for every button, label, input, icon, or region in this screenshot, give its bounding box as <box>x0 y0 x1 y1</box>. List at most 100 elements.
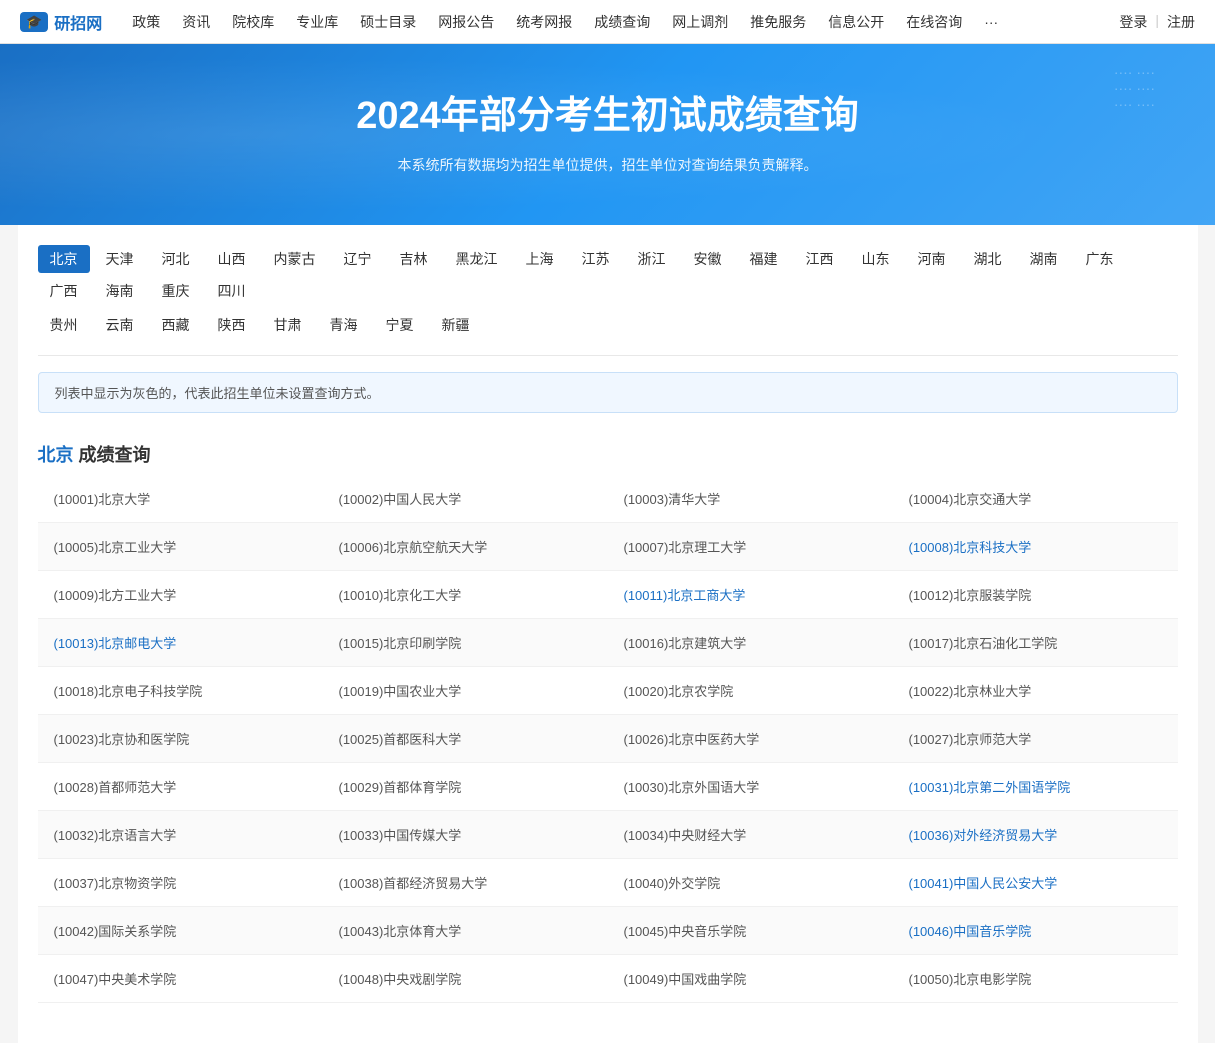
nav-auth: 登录 | 注册 <box>1119 12 1195 32</box>
table-row: (10042)国际关系学院(10043)北京体育大学(10045)中央音乐学院(… <box>38 907 1178 955</box>
school-cell: (10049)中国戏曲学院 <box>608 955 893 1002</box>
nav-link[interactable]: 网上调剂 <box>662 0 738 44</box>
province-tab-天津[interactable]: 天津 <box>94 245 146 273</box>
province-row-2: 贵州云南西藏陕西甘肃青海宁夏新疆 <box>38 311 1178 339</box>
table-row: (10028)首都师范大学(10029)首都体育学院(10030)北京外国语大学… <box>38 763 1178 811</box>
section-label: 成绩查询 <box>74 445 151 465</box>
nav-link[interactable]: 网报公告 <box>428 0 504 44</box>
province-tab-西藏[interactable]: 西藏 <box>150 311 202 339</box>
nav-links: 政策资讯院校库专业库硕士目录网报公告统考网报成绩查询网上调剂推免服务信息公开在线… <box>122 0 1119 44</box>
school-cell[interactable]: (10031)北京第二外国语学院 <box>893 763 1178 810</box>
school-cell: (10022)北京林业大学 <box>893 667 1178 714</box>
province-tab-河南[interactable]: 河南 <box>906 245 958 273</box>
school-cell: (10034)中央财经大学 <box>608 811 893 858</box>
province-tab-湖北[interactable]: 湖北 <box>962 245 1014 273</box>
school-cell[interactable]: (10008)北京科技大学 <box>893 523 1178 570</box>
nav-link[interactable]: 推免服务 <box>740 0 816 44</box>
school-cell: (10025)首都医科大学 <box>323 715 608 762</box>
table-row: (10018)北京电子科技学院(10019)中国农业大学(10020)北京农学院… <box>38 667 1178 715</box>
province-tab-山东[interactable]: 山东 <box>850 245 902 273</box>
nav-auth-注册[interactable]: 注册 <box>1167 12 1195 32</box>
section-region: 北京 <box>38 445 74 465</box>
school-cell: (10001)北京大学 <box>38 475 323 522</box>
school-cell: (10033)中国传媒大学 <box>323 811 608 858</box>
province-tab-宁夏[interactable]: 宁夏 <box>374 311 426 339</box>
school-cell: (10009)北方工业大学 <box>38 571 323 618</box>
school-cell: (10037)北京物资学院 <box>38 859 323 906</box>
province-tab-四川[interactable]: 四川 <box>206 277 258 305</box>
nav-link[interactable]: 成绩查询 <box>584 0 660 44</box>
nav-link[interactable]: ··· <box>974 0 1008 44</box>
province-tabs: 北京天津河北山西内蒙古辽宁吉林黑龙江上海江苏浙江安徽福建江西山东河南湖北湖南广东… <box>38 225 1178 356</box>
school-cell[interactable]: (10046)中国音乐学院 <box>893 907 1178 954</box>
nav-link[interactable]: 在线咨询 <box>896 0 972 44</box>
school-cell: (10005)北京工业大学 <box>38 523 323 570</box>
school-cell: (10050)北京电影学院 <box>893 955 1178 1002</box>
province-tab-安徽[interactable]: 安徽 <box>682 245 734 273</box>
province-tab-辽宁[interactable]: 辽宁 <box>332 245 384 273</box>
hero-title: 2024年部分考生初试成绩查询 <box>20 84 1195 139</box>
logo-icon: 🎓 <box>20 12 48 32</box>
province-tab-内蒙古[interactable]: 内蒙古 <box>262 245 328 273</box>
school-cell[interactable]: (10036)对外经济贸易大学 <box>893 811 1178 858</box>
nav-link[interactable]: 专业库 <box>286 0 348 44</box>
province-tab-云南[interactable]: 云南 <box>94 311 146 339</box>
province-tab-山西[interactable]: 山西 <box>206 245 258 273</box>
school-cell: (10045)中央音乐学院 <box>608 907 893 954</box>
province-tab-福建[interactable]: 福建 <box>738 245 790 273</box>
province-tab-吉林[interactable]: 吉林 <box>388 245 440 273</box>
school-cell: (10019)中国农业大学 <box>323 667 608 714</box>
table-row: (10047)中央美术学院(10048)中央戏剧学院(10049)中国戏曲学院(… <box>38 955 1178 1003</box>
school-cell[interactable]: (10041)中国人民公安大学 <box>893 859 1178 906</box>
province-tab-贵州[interactable]: 贵州 <box>38 311 90 339</box>
province-tab-河北[interactable]: 河北 <box>150 245 202 273</box>
school-cell: (10006)北京航空航天大学 <box>323 523 608 570</box>
nav-link[interactable]: 政策 <box>122 0 170 44</box>
province-tab-湖南[interactable]: 湖南 <box>1018 245 1070 273</box>
section-header: 北京 成绩查询 <box>38 429 1178 475</box>
nav-bar: 🎓 研招网 政策资讯院校库专业库硕士目录网报公告统考网报成绩查询网上调剂推免服务… <box>0 0 1215 44</box>
school-cell: (10043)北京体育大学 <box>323 907 608 954</box>
table-row: (10001)北京大学(10002)中国人民大学(10003)清华大学(1000… <box>38 475 1178 523</box>
province-tab-广西[interactable]: 广西 <box>38 277 90 305</box>
province-tab-新疆[interactable]: 新疆 <box>430 311 482 339</box>
province-tab-黑龙江[interactable]: 黑龙江 <box>444 245 510 273</box>
nav-logo[interactable]: 🎓 研招网 <box>20 10 102 34</box>
province-tab-重庆[interactable]: 重庆 <box>150 277 202 305</box>
province-tab-广东[interactable]: 广东 <box>1074 245 1126 273</box>
school-cell: (10038)首都经济贸易大学 <box>323 859 608 906</box>
table-row: (10032)北京语言大学(10033)中国传媒大学(10034)中央财经大学(… <box>38 811 1178 859</box>
table-row: (10009)北方工业大学(10010)北京化工大学(10011)北京工商大学(… <box>38 571 1178 619</box>
table-row: (10005)北京工业大学(10006)北京航空航天大学(10007)北京理工大… <box>38 523 1178 571</box>
school-cell[interactable]: (10013)北京邮电大学 <box>38 619 323 666</box>
info-box: 列表中显示为灰色的，代表此招生单位未设置查询方式。 <box>38 372 1178 413</box>
province-tab-陕西[interactable]: 陕西 <box>206 311 258 339</box>
hero-subtitle: 本系统所有数据均为招生单位提供，招生单位对查询结果负责解释。 <box>20 155 1195 175</box>
nav-link[interactable]: 院校库 <box>222 0 284 44</box>
nav-link[interactable]: 硕士目录 <box>350 0 426 44</box>
school-cell: (10010)北京化工大学 <box>323 571 608 618</box>
nav-auth-divider: | <box>1155 12 1159 32</box>
province-tab-青海[interactable]: 青海 <box>318 311 370 339</box>
school-cell: (10032)北京语言大学 <box>38 811 323 858</box>
province-tab-北京[interactable]: 北京 <box>38 245 90 273</box>
province-tab-江苏[interactable]: 江苏 <box>570 245 622 273</box>
school-cell: (10007)北京理工大学 <box>608 523 893 570</box>
logo-text: 研招网 <box>54 10 102 34</box>
province-tab-上海[interactable]: 上海 <box>514 245 566 273</box>
province-tab-浙江[interactable]: 浙江 <box>626 245 678 273</box>
school-cell: (10020)北京农学院 <box>608 667 893 714</box>
school-cell[interactable]: (10011)北京工商大学 <box>608 571 893 618</box>
province-tab-江西[interactable]: 江西 <box>794 245 846 273</box>
nav-auth-登录[interactable]: 登录 <box>1119 12 1147 32</box>
nav-link[interactable]: 资讯 <box>172 0 220 44</box>
province-tab-海南[interactable]: 海南 <box>94 277 146 305</box>
info-text: 列表中显示为灰色的，代表此招生单位未设置查询方式。 <box>55 386 380 401</box>
school-cell: (10012)北京服装学院 <box>893 571 1178 618</box>
nav-link[interactable]: 信息公开 <box>818 0 894 44</box>
province-tab-甘肃[interactable]: 甘肃 <box>262 311 314 339</box>
school-cell: (10030)北京外国语大学 <box>608 763 893 810</box>
nav-link[interactable]: 统考网报 <box>506 0 582 44</box>
main-content: 北京天津河北山西内蒙古辽宁吉林黑龙江上海江苏浙江安徽福建江西山东河南湖北湖南广东… <box>18 225 1198 1043</box>
province-row-1: 北京天津河北山西内蒙古辽宁吉林黑龙江上海江苏浙江安徽福建江西山东河南湖北湖南广东… <box>38 245 1178 305</box>
